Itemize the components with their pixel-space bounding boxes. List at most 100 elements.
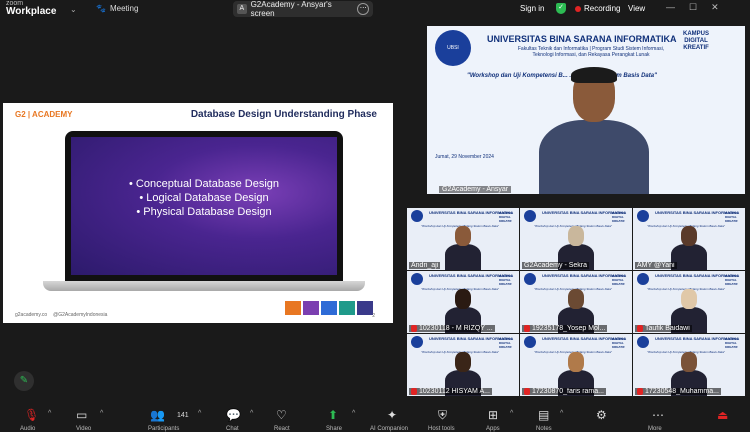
figure-head — [681, 226, 697, 246]
recording-indicator[interactable]: Recording — [575, 4, 620, 13]
participant-tile[interactable]: UNIVERSITAS BINA SARANA INFORMATIKA KAMPU… — [407, 334, 519, 396]
chevron-up-icon[interactable]: ^ — [510, 410, 513, 417]
participant-tile[interactable]: UNIVERSITAS BINA SARANA INFORMATIKA KAMPU… — [633, 208, 745, 270]
participant-tile[interactable]: UNIVERSITAS BINA SARANA INFORMATIKA KAMPU… — [633, 334, 745, 396]
meeting-label: Meeting — [109, 4, 139, 13]
mini-kampus: KAMPUS DIGITAL KREATIF — [725, 211, 739, 223]
apps-label: Apps — [486, 426, 500, 432]
figure-head — [568, 289, 584, 309]
chevron-up-icon[interactable]: ^ — [198, 410, 201, 417]
host-tools-icon[interactable]: ⛨ — [438, 408, 447, 423]
window-controls: — ☐ ✕ — [666, 2, 719, 13]
figure-head — [568, 226, 584, 246]
participant-name-text: Andri_aji — [411, 262, 439, 269]
participant-name-text: 17230870_faris rama... — [532, 388, 604, 395]
badge-icon — [285, 301, 301, 315]
bullet-item: • Logical Database Design — [139, 192, 269, 204]
badge-icon — [321, 301, 337, 315]
leave-icon[interactable]: ⏏ — [717, 408, 728, 422]
participant-name: Andri_aji — [409, 262, 441, 269]
mini-kampus: KAMPUS DIGITAL KREATIF — [612, 337, 626, 349]
screen-avatar: A — [237, 4, 247, 14]
chat-label: Chat — [226, 426, 239, 432]
more-icon[interactable]: ⋯ — [357, 3, 369, 15]
screen-label: G2Academy - Ansyar's screen — [250, 0, 332, 18]
laptop-screen: • Conceptual Database Design • Logical D… — [65, 131, 343, 281]
mini-kampus: KAMPUS DIGITAL KREATIF — [725, 274, 739, 286]
university-logo — [637, 336, 649, 348]
slide-title: Database Design Understanding Phase — [190, 109, 377, 120]
mini-kampus: KAMPUS DIGITAL KREATIF — [612, 274, 626, 286]
paw-icon: 🐾 — [96, 4, 106, 13]
video-icon[interactable]: ▭ — [76, 408, 87, 422]
bullet-item: • Conceptual Database Design — [129, 178, 279, 190]
mic-muted-icon[interactable]: 🎙 — [24, 408, 39, 422]
participant-tile[interactable]: UNIVERSITAS BINA SARANA INFORMATIKA KAMPU… — [407, 271, 519, 333]
chevron-up-icon[interactable]: ^ — [100, 410, 103, 417]
settings-icon[interactable]: ⚙ — [596, 408, 607, 422]
badge-icon — [339, 301, 355, 315]
participants-icon[interactable]: 👥 — [150, 408, 165, 422]
more-icon[interactable]: ⋯ — [652, 408, 664, 422]
participant-tile[interactable]: UNIVERSITAS BINA SARANA INFORMATIKA KAMPU… — [407, 208, 519, 270]
ai-companion-icon[interactable]: ✦ — [387, 408, 397, 422]
speaker-body — [539, 120, 649, 194]
sign-in-link[interactable]: Sign in — [520, 4, 544, 13]
apps-icon[interactable]: ⊞ — [488, 408, 498, 422]
mic-muted-icon — [411, 325, 417, 332]
participant-tile[interactable]: UNIVERSITAS BINA SARANA INFORMATIKA KAMPU… — [520, 208, 632, 270]
screen-share-pill[interactable]: A G2Academy - Ansyar's screen ⋯ — [233, 0, 373, 18]
participant-grid: UNIVERSITAS BINA SARANA INFORMATIKA KAMPU… — [407, 208, 745, 398]
participant-name-text: 17230548_Muhamma... — [645, 388, 719, 395]
figure-head — [568, 352, 584, 372]
speaker-figure — [539, 67, 649, 194]
close-icon[interactable]: ✕ — [711, 2, 719, 13]
university-logo — [637, 210, 649, 222]
chevron-up-icon[interactable]: ^ — [48, 410, 51, 417]
audio-label: Audio — [20, 426, 36, 432]
speaker-video[interactable]: UBSI UNIVERSITAS BINA SARANA INFORMATIKA… — [427, 26, 745, 194]
participant-name: 19235178_Yosep Mol... — [522, 325, 608, 332]
chevron-up-icon[interactable]: ^ — [250, 410, 253, 417]
notes-icon[interactable]: ▤ — [538, 408, 549, 422]
slide-content: • Conceptual Database Design • Logical D… — [71, 137, 337, 275]
share-icon[interactable]: ⬆ — [328, 408, 338, 422]
view-button[interactable]: View — [628, 4, 645, 13]
figure-head — [455, 289, 471, 309]
annotate-icon[interactable]: ✎ — [14, 371, 34, 391]
chevron-up-icon[interactable]: ^ — [560, 410, 563, 417]
participant-name: 17230870_faris rama... — [522, 388, 606, 395]
footer-site: g2academy.co — [15, 312, 48, 318]
chat-icon[interactable]: 💬 — [226, 408, 241, 422]
slide-header: G2 | ACADEMY Database Design Understandi… — [3, 103, 393, 125]
participant-tile[interactable]: UNIVERSITAS BINA SARANA INFORMATIKA KAMPU… — [633, 271, 745, 333]
participant-name: G2Academy - Sekra — [522, 262, 590, 269]
bullet-list: • Conceptual Database Design • Logical D… — [71, 177, 337, 219]
minimize-icon[interactable]: — — [666, 2, 675, 13]
academy-logo: G2 | ACADEMY — [15, 110, 73, 119]
chevron-down-icon[interactable]: ⌄ — [70, 5, 77, 14]
shield-icon[interactable]: ✓ — [556, 3, 566, 14]
app-brand: zoom Workplace — [6, 0, 56, 17]
participant-figure — [445, 226, 481, 270]
mini-kampus: KAMPUS DIGITAL KREATIF — [499, 274, 513, 286]
participant-name-text: AMY @Yani — [637, 262, 675, 269]
participant-name-text: 19235178_Yosep Mol... — [532, 325, 606, 332]
university-logo — [411, 273, 423, 285]
maximize-icon[interactable]: ☐ — [689, 2, 697, 13]
participant-name: 17230548_Muhamma... — [635, 388, 721, 395]
participants-label: Participants — [148, 426, 180, 432]
university-logo — [411, 336, 423, 348]
participant-name: 10230112 HISYAM A... — [409, 388, 492, 395]
university-logo — [524, 273, 536, 285]
react-icon[interactable]: ♡ — [276, 408, 287, 422]
footer-handle: @G2AcademyIndonesia — [53, 312, 108, 318]
meeting-menu[interactable]: 🐾 Meeting — [96, 4, 138, 13]
mini-kampus: KAMPUS DIGITAL KREATIF — [499, 211, 513, 223]
participant-tile[interactable]: UNIVERSITAS BINA SARANA INFORMATIKA KAMPU… — [520, 271, 632, 333]
participant-name: AMY @Yani — [635, 262, 677, 269]
chevron-up-icon[interactable]: ^ — [352, 410, 355, 417]
participant-tile[interactable]: UNIVERSITAS BINA SARANA INFORMATIKA KAMPU… — [520, 334, 632, 396]
participant-name-text: G2Academy - Sekra — [524, 262, 588, 269]
laptop-graphic: • Conceptual Database Design • Logical D… — [43, 131, 365, 291]
